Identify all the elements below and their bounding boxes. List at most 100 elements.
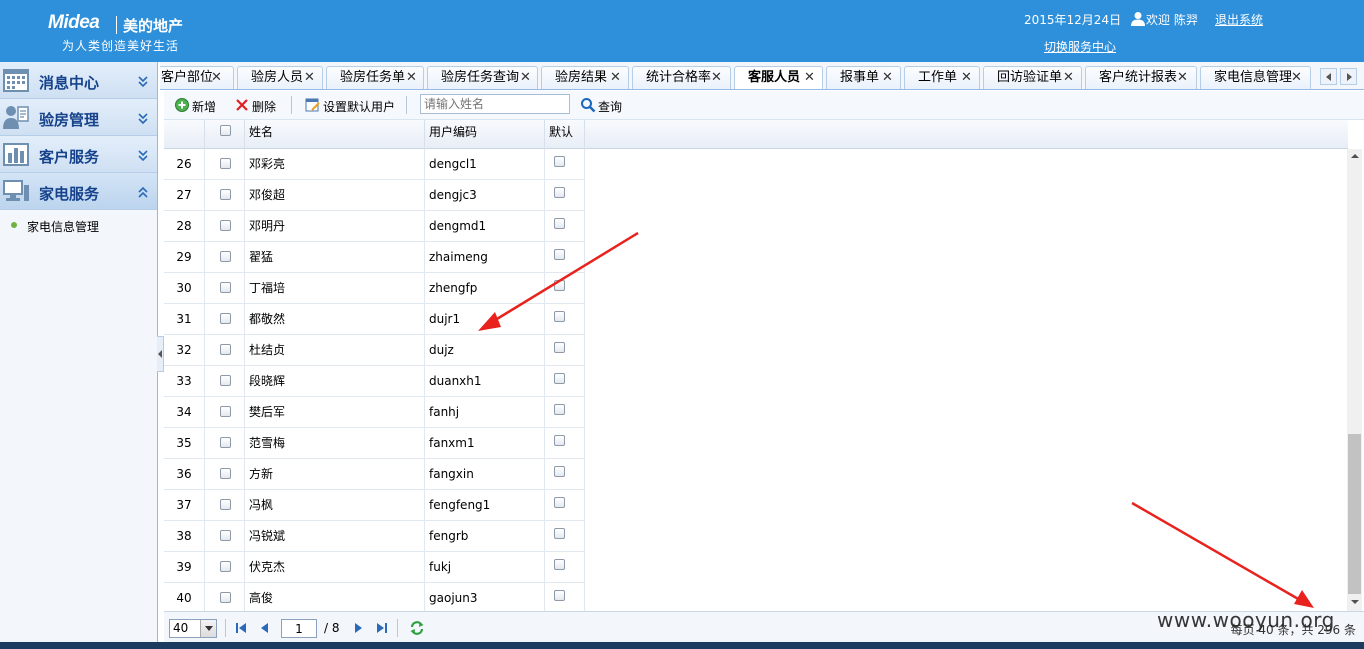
close-icon[interactable]: ✕ bbox=[406, 67, 417, 89]
tab-inspectors[interactable]: 验房人员 ✕ bbox=[237, 66, 323, 89]
table-row[interactable]: 38 冯锐斌 fengrb bbox=[164, 521, 585, 552]
last-page-icon[interactable] bbox=[375, 621, 389, 635]
scroll-down-arrow-icon[interactable] bbox=[1347, 595, 1362, 610]
row-select-checkbox[interactable] bbox=[220, 375, 231, 386]
default-checkbox[interactable] bbox=[554, 311, 565, 322]
close-icon[interactable]: ✕ bbox=[304, 67, 315, 89]
default-checkbox[interactable] bbox=[554, 342, 565, 353]
table-row[interactable]: 40 高俊 gaojun3 bbox=[164, 583, 585, 611]
close-icon[interactable]: ✕ bbox=[211, 67, 222, 89]
close-icon[interactable]: ✕ bbox=[711, 67, 722, 89]
table-row[interactable]: 33 段晓辉 duanxh1 bbox=[164, 366, 585, 397]
query-button[interactable]: 查询 bbox=[580, 97, 626, 115]
table-row[interactable]: 37 冯枫 fengfeng1 bbox=[164, 490, 585, 521]
row-select-checkbox[interactable] bbox=[220, 158, 231, 169]
scroll-up-arrow-icon[interactable] bbox=[1347, 149, 1362, 164]
table-row[interactable]: 34 樊后军 fanhj bbox=[164, 397, 585, 428]
default-checkbox[interactable] bbox=[554, 528, 565, 539]
close-icon[interactable]: ✕ bbox=[882, 67, 893, 89]
tab-inspection-results[interactable]: 验房结果 ✕ bbox=[541, 66, 629, 89]
close-icon[interactable]: ✕ bbox=[961, 67, 972, 89]
tab-label: 客服人员 bbox=[748, 70, 801, 85]
table-row[interactable]: 32 杜结贞 dujz bbox=[164, 335, 585, 366]
tab-scroll-right-button[interactable] bbox=[1340, 68, 1357, 85]
sidebar-collapse-handle[interactable] bbox=[157, 336, 164, 372]
table-row[interactable]: 36 方新 fangxin bbox=[164, 459, 585, 490]
row-select-checkbox[interactable] bbox=[220, 406, 231, 417]
table-row[interactable]: 29 翟猛 zhaimeng bbox=[164, 242, 585, 273]
sidebar-item-appliance-info[interactable]: 家电信息管理 bbox=[0, 210, 157, 240]
tab-inspection-query[interactable]: 验房任务查询 ✕ bbox=[427, 66, 538, 89]
scrollbar-thumb[interactable] bbox=[1348, 434, 1361, 594]
tab-service-staff[interactable]: 客服人员 ✕ bbox=[734, 66, 823, 89]
table-row[interactable]: 35 范雪梅 fanxm1 bbox=[164, 428, 585, 459]
switch-service-center-link[interactable]: 切换服务中心 bbox=[1044, 38, 1116, 55]
row-select-checkbox[interactable] bbox=[220, 468, 231, 479]
table-row[interactable]: 26 邓彩亮 dengcl1 bbox=[164, 149, 585, 180]
row-select-checkbox[interactable] bbox=[220, 251, 231, 262]
close-icon[interactable]: ✕ bbox=[1177, 67, 1188, 89]
table-row[interactable]: 27 邓俊超 dengjc3 bbox=[164, 180, 585, 211]
default-checkbox[interactable] bbox=[554, 435, 565, 446]
tab-visit-verification[interactable]: 回访验证单 ✕ bbox=[983, 66, 1082, 89]
sidebar-section-message-center[interactable]: 消息中心 bbox=[0, 62, 157, 99]
table-row[interactable]: 28 邓明丹 dengmd1 bbox=[164, 211, 585, 242]
header-default[interactable]: 默认 bbox=[545, 120, 585, 149]
default-checkbox[interactable] bbox=[554, 249, 565, 260]
row-select-checkbox[interactable] bbox=[220, 282, 231, 293]
tab-work-orders[interactable]: 工作单 ✕ bbox=[904, 66, 980, 89]
current-page-input[interactable] bbox=[281, 619, 317, 638]
page-size-select[interactable]: 40 bbox=[169, 619, 217, 638]
header-name[interactable]: 姓名 bbox=[245, 120, 425, 149]
close-icon[interactable]: ✕ bbox=[520, 67, 531, 89]
row-select-checkbox[interactable] bbox=[220, 530, 231, 541]
next-page-icon[interactable] bbox=[351, 621, 365, 635]
refresh-icon[interactable] bbox=[409, 620, 425, 636]
default-checkbox[interactable] bbox=[554, 187, 565, 198]
default-checkbox[interactable] bbox=[554, 590, 565, 601]
grid-vertical-scrollbar[interactable] bbox=[1347, 149, 1362, 611]
default-checkbox[interactable] bbox=[554, 404, 565, 415]
prev-page-icon[interactable] bbox=[258, 621, 272, 635]
row-select-checkbox[interactable] bbox=[220, 499, 231, 510]
default-checkbox[interactable] bbox=[554, 497, 565, 508]
sidebar-section-inspection[interactable]: 验房管理 bbox=[0, 99, 157, 136]
row-select-checkbox[interactable] bbox=[220, 344, 231, 355]
default-checkbox[interactable] bbox=[554, 280, 565, 291]
select-all-checkbox[interactable] bbox=[220, 125, 231, 136]
header-user-code[interactable]: 用户编码 bbox=[425, 120, 545, 149]
tab-scroll-left-button[interactable] bbox=[1320, 68, 1337, 85]
first-page-icon[interactable] bbox=[234, 621, 248, 635]
default-checkbox[interactable] bbox=[554, 218, 565, 229]
row-select-checkbox[interactable] bbox=[220, 220, 231, 231]
close-icon[interactable]: ✕ bbox=[610, 67, 621, 89]
row-select-checkbox[interactable] bbox=[220, 561, 231, 572]
tab-inspection-tasks[interactable]: 验房任务单 ✕ bbox=[326, 66, 424, 89]
table-row[interactable]: 31 都敬然 dujr1 bbox=[164, 304, 585, 335]
tab-pass-rate[interactable]: 统计合格率 ✕ bbox=[632, 66, 731, 89]
default-checkbox[interactable] bbox=[554, 156, 565, 167]
row-select-checkbox[interactable] bbox=[220, 313, 231, 324]
table-row[interactable]: 39 伏克杰 fukj bbox=[164, 552, 585, 583]
sidebar-section-appliance-service[interactable]: 家电服务 bbox=[0, 173, 157, 210]
close-icon[interactable]: ✕ bbox=[804, 67, 815, 89]
search-name-input[interactable] bbox=[420, 94, 570, 114]
tab-customer-part[interactable]: 客户部位 ✕ bbox=[160, 66, 234, 89]
tab-customer-stats[interactable]: 客户统计报表 ✕ bbox=[1085, 66, 1197, 89]
default-checkbox[interactable] bbox=[554, 373, 565, 384]
default-checkbox[interactable] bbox=[554, 559, 565, 570]
add-button[interactable]: 新增 bbox=[174, 97, 218, 115]
row-select-checkbox[interactable] bbox=[220, 592, 231, 603]
close-icon[interactable]: ✕ bbox=[1063, 67, 1074, 89]
close-icon[interactable]: ✕ bbox=[1291, 67, 1302, 89]
set-default-user-button[interactable]: 设置默认用户 bbox=[305, 97, 401, 115]
row-select-checkbox[interactable] bbox=[220, 189, 231, 200]
sidebar-section-customer-service[interactable]: 客户服务 bbox=[0, 136, 157, 173]
table-row[interactable]: 30 丁福培 zhengfp bbox=[164, 273, 585, 304]
tab-appliance-info[interactable]: 家电信息管理 ✕ bbox=[1200, 66, 1311, 89]
tab-report-orders[interactable]: 报事单 ✕ bbox=[826, 66, 901, 89]
delete-button[interactable]: 删除 bbox=[234, 97, 278, 115]
logout-link[interactable]: 退出系统 bbox=[1215, 11, 1263, 28]
row-select-checkbox[interactable] bbox=[220, 437, 231, 448]
default-checkbox[interactable] bbox=[554, 466, 565, 477]
